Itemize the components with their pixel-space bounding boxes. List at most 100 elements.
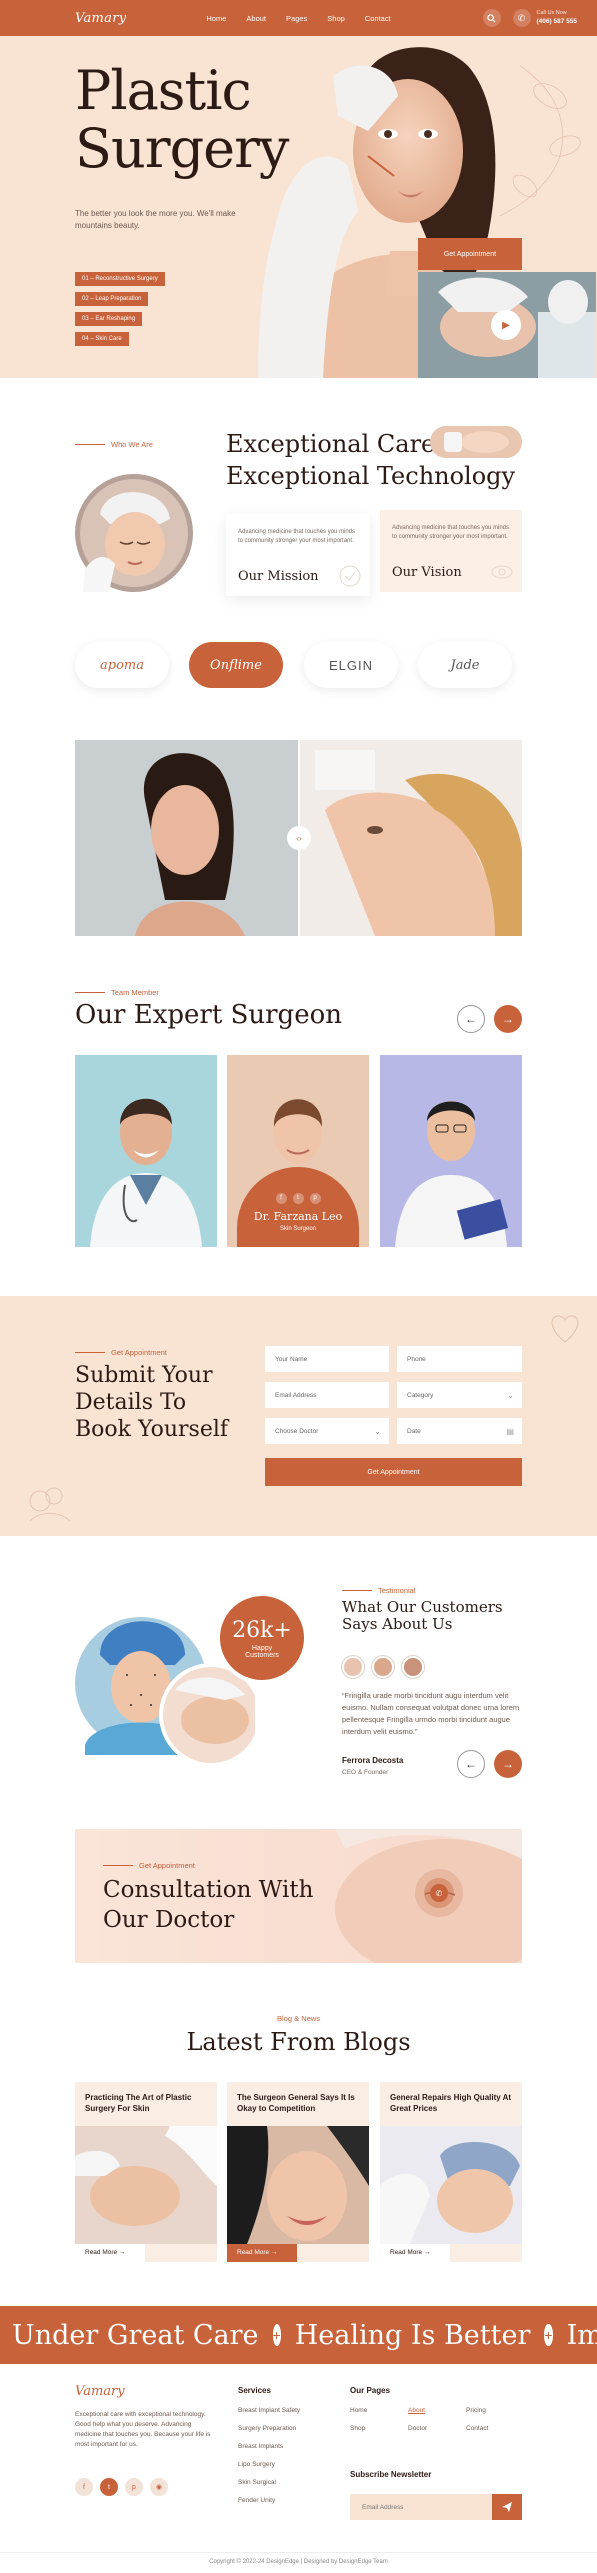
surgeon-card-1[interactable] [75, 1055, 217, 1247]
name-input[interactable]: Your Name [265, 1346, 389, 1372]
prev-arrow-icon[interactable]: ← [457, 1005, 485, 1033]
facebook-icon[interactable]: f [75, 2478, 93, 2496]
footer-services: Services Breast Implant Safety Surgery P… [238, 2386, 300, 2515]
send-icon [502, 2502, 512, 2512]
featured-surgeon-name[interactable]: Dr. Farzana Leo [254, 1210, 343, 1223]
tag-reconstructive[interactable]: 01 – Reconstructive Surgery [75, 272, 165, 286]
category-select[interactable]: Category ⌄ [397, 1382, 522, 1408]
twitter-icon[interactable]: t [100, 2478, 118, 2496]
footer-service-link[interactable]: Skin Surgical [238, 2479, 300, 2486]
brand-logo-jade[interactable]: Jade [418, 642, 512, 688]
footer-page-link-active[interactable]: About [408, 2407, 466, 2414]
tag-leap-preparation[interactable]: 02 – Leap Preparation [75, 292, 149, 306]
heart-decor [551, 1315, 579, 1343]
blog-2-title[interactable]: The Surgeon General Says It Is Okay to C… [227, 2082, 369, 2126]
phone-input[interactable]: Phone [397, 1346, 522, 1372]
footer-service-link[interactable]: Surgery Preparation [238, 2425, 300, 2432]
surgeon-card-3[interactable] [380, 1055, 522, 1247]
mission-title: Our Mission [238, 569, 319, 584]
consult-label: Get Appointment [103, 1861, 195, 1870]
nav-pages[interactable]: Pages [286, 14, 307, 23]
reviewer-avatars [342, 1656, 424, 1678]
blog-3-title[interactable]: General Repairs High Quality At Great Pr… [380, 2082, 522, 2126]
slider-handle-icon[interactable]: ‹› [287, 826, 311, 850]
calendar-icon: ▤ [506, 1426, 514, 1436]
surgeon-3-photo [380, 1055, 522, 1247]
footer-services-title: Services [238, 2386, 271, 2395]
newsletter-email-input[interactable] [350, 2494, 492, 2520]
flower-decor-left [29, 1487, 71, 1522]
avatar[interactable] [402, 1656, 424, 1678]
testimonial-next-arrow-icon[interactable]: → [494, 1750, 522, 1778]
blog-3-read-more[interactable]: Read More → [380, 2244, 450, 2262]
footer-service-link[interactable]: Fender Unity [238, 2497, 300, 2504]
brand-logo-elgin[interactable]: ELGIN [304, 642, 398, 688]
avatar[interactable] [372, 1656, 394, 1678]
date-input[interactable]: Date ▤ [397, 1418, 522, 1444]
blog-card-1[interactable]: Practicing The Art of Plastic Surgery Fo… [75, 2082, 217, 2262]
testimonial-title-line2: Says About Us [342, 1615, 453, 1633]
vision-card: Advancing medicine that touches you mind… [380, 510, 522, 592]
before-after-slider[interactable]: ‹› [75, 740, 522, 936]
tag-skin-care[interactable]: 04 – Skin Care [75, 332, 129, 346]
nav-shop[interactable]: Shop [327, 14, 345, 23]
play-icon[interactable]: ▶ [491, 310, 521, 340]
next-arrow-icon[interactable]: → [494, 1005, 522, 1033]
vision-text: Advancing medicine that touches you mind… [392, 525, 510, 540]
blog-1-image [75, 2126, 217, 2244]
blog-3-image [380, 2126, 522, 2244]
nav-about[interactable]: About [246, 14, 266, 23]
appointment-title-line1: Submit Your [75, 1363, 213, 1388]
blog-1-title[interactable]: Practicing The Art of Plastic Surgery Fo… [75, 2082, 217, 2126]
plus-icon: + [544, 2324, 553, 2346]
vision-title: Our Vision [392, 565, 462, 580]
footer-page-link[interactable]: Shop [350, 2425, 408, 2432]
email-input[interactable]: Email Address [265, 1382, 389, 1408]
blog-card-3[interactable]: General Repairs High Quality At Great Pr… [380, 2082, 522, 2262]
footer-service-link[interactable]: Breast Implants [238, 2443, 300, 2450]
logo[interactable]: Vamary [75, 11, 126, 26]
newsletter-submit-button[interactable] [492, 2494, 522, 2520]
consultation-pulse[interactable]: ✆ [415, 1869, 463, 1917]
doctor-select[interactable]: Choose Doctor ⌄ [265, 1418, 389, 1444]
footer-pages: Our Pages Home About Pricing Shop Doctor… [350, 2386, 520, 2443]
pinterest-icon[interactable]: p [309, 1192, 321, 1204]
footer-service-link[interactable]: Breast Implant Safety [238, 2407, 300, 2414]
submit-appointment-button[interactable]: Get Appointment [265, 1458, 522, 1486]
pinterest-icon[interactable]: p [125, 2478, 143, 2496]
tag-ear-reshaping[interactable]: 03 – Ear Reshaping [75, 312, 143, 326]
nav-contact[interactable]: Contact [365, 14, 391, 23]
about-circle-image [75, 474, 193, 592]
blog-1-read-more[interactable]: Read More → [75, 2244, 145, 2262]
testimonial-quote: “Fringilla urade morbi tincidunt augu in… [342, 1691, 520, 1736]
testimonial-prev-arrow-icon[interactable]: ← [457, 1750, 485, 1778]
footer-page-link[interactable]: Home [350, 2407, 408, 2414]
hero-video-thumbnail[interactable]: ▶ [418, 272, 596, 378]
call-block[interactable]: ✆ Call Us Now (406) 587 555 [512, 9, 577, 27]
brand-logo-onflime[interactable]: Onflime [189, 642, 283, 688]
consult-title-line2: Our Doctor [103, 1907, 235, 1933]
about-title-line2: Exceptional Technology [226, 462, 516, 490]
footer-page-link[interactable]: Contact [466, 2425, 520, 2432]
instagram-icon[interactable]: ◉ [150, 2478, 168, 2496]
twitter-icon[interactable]: t [292, 1192, 304, 1204]
blog-card-2[interactable]: The Surgeon General Says It Is Okay to C… [227, 2082, 369, 2262]
blog-title: Latest From Blogs [186, 2028, 411, 2056]
mission-card: Advancing medicine that touches you mind… [226, 514, 370, 596]
footer-page-link[interactable]: Pricing [466, 2407, 520, 2414]
facebook-icon[interactable]: f [275, 1192, 287, 1204]
search-button[interactable] [482, 9, 501, 27]
surgeon-card-2-featured[interactable]: f t p Dr. Farzana Leo Skin Surgeon [227, 1055, 369, 1247]
hero-appointment-button[interactable]: Get Appointment [418, 238, 522, 270]
footer-logo[interactable]: Vamary [75, 2384, 125, 2399]
marquee-text-2: Healing Is Better [294, 2319, 531, 2351]
blog-2-read-more[interactable]: Read More → [227, 2244, 297, 2262]
consultation-banner[interactable]: ✆ Get Appointment Consultation With Our … [75, 1829, 522, 1963]
brand-logo-apoma[interactable]: apoma [75, 642, 169, 688]
avatar[interactable] [342, 1656, 364, 1678]
nav-home[interactable]: Home [206, 14, 226, 23]
footer-page-link[interactable]: Doctor [408, 2425, 466, 2432]
stat-label-line1: Happy [251, 1644, 273, 1652]
newsletter-title: Subscribe Newsletter [350, 2470, 432, 2479]
footer-service-link[interactable]: Lipo Surgery [238, 2461, 300, 2468]
